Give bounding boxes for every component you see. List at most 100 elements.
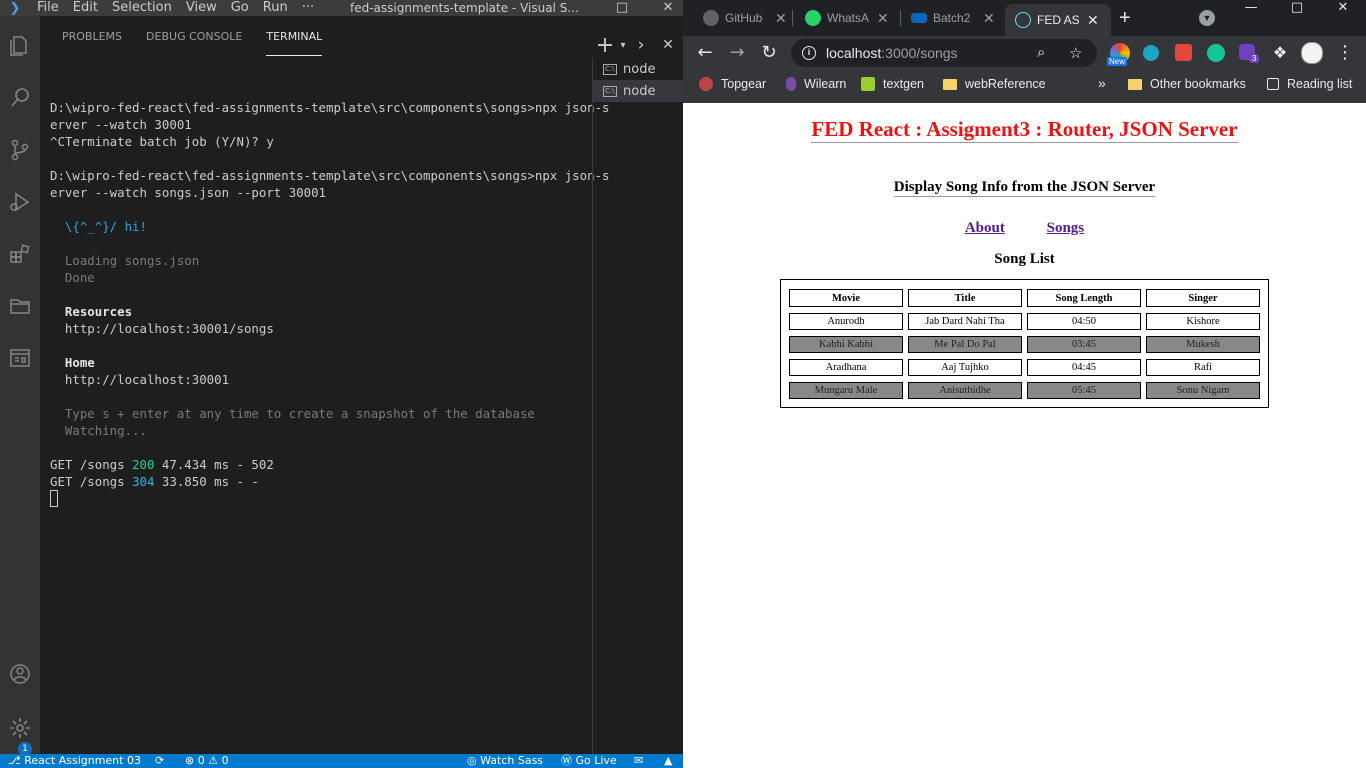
restore-icon[interactable]: □ bbox=[604, 0, 640, 16]
browser-toolbar: ← → ↻ i localhost:3000/songs ⌕ ☆ New 3 ❖… bbox=[683, 36, 1366, 70]
extension-icon[interactable] bbox=[1175, 44, 1192, 61]
bookmark-wilearn[interactable]: Wilearn bbox=[786, 77, 846, 91]
source-control-icon[interactable] bbox=[4, 134, 36, 166]
bookmark-textgen[interactable]: textgen bbox=[861, 77, 924, 91]
tab-search-icon[interactable]: ▼ bbox=[1199, 10, 1215, 26]
request-log-line: GET /songs 304 33.850 ms - - bbox=[50, 473, 592, 490]
sync-icon[interactable]: ⟳ bbox=[155, 754, 164, 768]
menu-edit[interactable]: Edit bbox=[66, 0, 105, 16]
tab-title: WhatsApp bbox=[827, 11, 869, 25]
terminal-instance-node[interactable]: C:\ node bbox=[593, 58, 683, 80]
zoom-icon[interactable]: ⌕ bbox=[1037, 44, 1045, 61]
nav-link-about[interactable]: About bbox=[965, 220, 1005, 236]
bookmark-star-icon[interactable]: ☆ bbox=[1069, 44, 1082, 62]
bookmark-label: Topgear bbox=[721, 77, 767, 91]
table-cell: Mungaru Male bbox=[789, 382, 903, 399]
menu-view[interactable]: View bbox=[179, 0, 224, 16]
reading-list-label: Reading list bbox=[1287, 77, 1353, 91]
folder-icon[interactable] bbox=[4, 290, 36, 322]
tab-fed-assignment[interactable]: FED AS ✕ bbox=[1005, 4, 1111, 36]
menu-more[interactable]: ··· bbox=[295, 0, 321, 16]
tab-debug-console[interactable]: DEBUG CONSOLE bbox=[134, 16, 254, 58]
reload-icon[interactable]: ↻ bbox=[756, 40, 782, 66]
menu-run[interactable]: Run bbox=[256, 0, 295, 16]
terminal-prompt[interactable] bbox=[50, 490, 592, 507]
explorer-icon[interactable] bbox=[4, 30, 36, 62]
column-header: Movie bbox=[789, 289, 903, 307]
column-header: Song Length bbox=[1027, 289, 1141, 307]
close-tab-icon[interactable]: ✕ bbox=[775, 10, 787, 27]
column-header: Singer bbox=[1146, 289, 1260, 307]
terminal-cursor bbox=[50, 490, 58, 507]
tab-whatsapp[interactable]: WhatsApp ✕ bbox=[795, 4, 901, 32]
chevron-right-icon[interactable]: › bbox=[630, 32, 652, 58]
minimize-icon[interactable]: — bbox=[1228, 0, 1274, 18]
close-icon[interactable]: ✕ bbox=[650, 0, 683, 16]
terminal-line: Done bbox=[50, 270, 95, 285]
extensions-puzzle-icon[interactable]: ❖ bbox=[1267, 40, 1293, 66]
song-list-title: Song List bbox=[994, 251, 1055, 267]
new-tab-button[interactable]: + bbox=[1119, 4, 1145, 32]
notifications-icon[interactable]: ▲ bbox=[664, 754, 672, 768]
table-cell: Kabhi Kabhi bbox=[789, 336, 903, 353]
other-bookmarks-folder[interactable]: Other bookmarks bbox=[1128, 77, 1246, 91]
status-go-live[interactable]: Ⓦ Go Live bbox=[561, 754, 617, 768]
url-host: localhost bbox=[826, 45, 882, 61]
close-tab-icon[interactable]: ✕ bbox=[983, 10, 995, 27]
status-problems[interactable]: ⊗ 0 ⚠ 0 bbox=[185, 754, 229, 768]
terminal-icon: C:\ bbox=[603, 85, 617, 97]
folder-icon bbox=[1128, 78, 1142, 90]
terminal-output[interactable]: D:\wipro-fed-react\fed-assignments-templ… bbox=[40, 82, 610, 754]
bookmark-label: Wilearn bbox=[804, 77, 847, 91]
nav-link-songs[interactable]: Songs bbox=[1047, 220, 1085, 236]
page-subtitle-text: Display Song Info from the JSON Server bbox=[893, 179, 1156, 197]
forward-icon[interactable]: → bbox=[724, 40, 750, 66]
react-icon bbox=[1015, 12, 1031, 28]
terminal-instance-list: C:\ node C:\ node bbox=[592, 58, 683, 754]
menu-selection[interactable]: Selection bbox=[105, 0, 179, 16]
bookmark-topgear[interactable]: Topgear bbox=[699, 77, 766, 91]
page-subtitle: Display Song Info from the JSON Server bbox=[683, 179, 1366, 197]
tab-problems[interactable]: PROBLEMS bbox=[50, 16, 134, 58]
bookmark-webreference[interactable]: webReference bbox=[943, 77, 1046, 91]
maximize-icon[interactable]: □ bbox=[1274, 0, 1320, 18]
grammarly-icon[interactable] bbox=[1207, 44, 1225, 62]
close-window-icon[interactable]: ✕ bbox=[1320, 0, 1366, 18]
more-menu-icon[interactable]: ⋮ bbox=[1332, 40, 1358, 66]
table-cell: 04:45 bbox=[1027, 359, 1141, 376]
terminal-instance-node[interactable]: C:\ node bbox=[593, 80, 683, 102]
status-remote[interactable]: ⎇ React Assignment 03 bbox=[8, 754, 141, 768]
extensions-icon[interactable] bbox=[4, 238, 36, 270]
more-bookmarks-button[interactable]: » bbox=[1098, 75, 1106, 91]
close-tab-icon[interactable]: ✕ bbox=[1087, 12, 1099, 29]
close-tab-icon[interactable]: ✕ bbox=[877, 10, 889, 27]
back-icon[interactable]: ← bbox=[692, 40, 718, 66]
avatar[interactable] bbox=[1301, 42, 1323, 64]
address-bar[interactable]: i localhost:3000/songs ⌕ ☆ bbox=[791, 39, 1097, 67]
tab-title: GitHub bbox=[725, 11, 763, 25]
site-info-icon[interactable]: i bbox=[802, 46, 816, 60]
table-cell: Jab Dard Nahi Tha bbox=[908, 313, 1022, 330]
tab-terminal[interactable]: TERMINAL bbox=[254, 16, 334, 58]
tab-github[interactable]: GitHub ✕ bbox=[693, 4, 793, 32]
terminal-line: Loading songs.json bbox=[50, 253, 200, 268]
menu-go[interactable]: Go bbox=[224, 0, 256, 16]
reading-list-button[interactable]: Reading list bbox=[1267, 77, 1352, 91]
close-panel-icon[interactable]: ✕ bbox=[657, 32, 679, 58]
status-watch-sass[interactable]: ◎ Watch Sass bbox=[467, 754, 543, 768]
terminal-instance-label: node bbox=[623, 83, 656, 99]
tab-batch2[interactable]: Batch2 ✕ bbox=[901, 4, 1005, 32]
account-icon[interactable] bbox=[4, 658, 36, 690]
remote-explorer-icon[interactable] bbox=[4, 342, 36, 374]
run-debug-icon[interactable] bbox=[4, 186, 36, 218]
settings-gear-icon[interactable] bbox=[4, 712, 36, 744]
search-icon[interactable] bbox=[4, 82, 36, 114]
request-timing: 47.434 ms - 502 bbox=[154, 457, 274, 472]
feedback-icon[interactable]: ✉ bbox=[634, 754, 643, 768]
extension-icon[interactable] bbox=[1143, 45, 1159, 61]
menu-file[interactable]: File bbox=[30, 0, 66, 16]
status-branch-label: React Assignment 03 bbox=[24, 754, 141, 767]
